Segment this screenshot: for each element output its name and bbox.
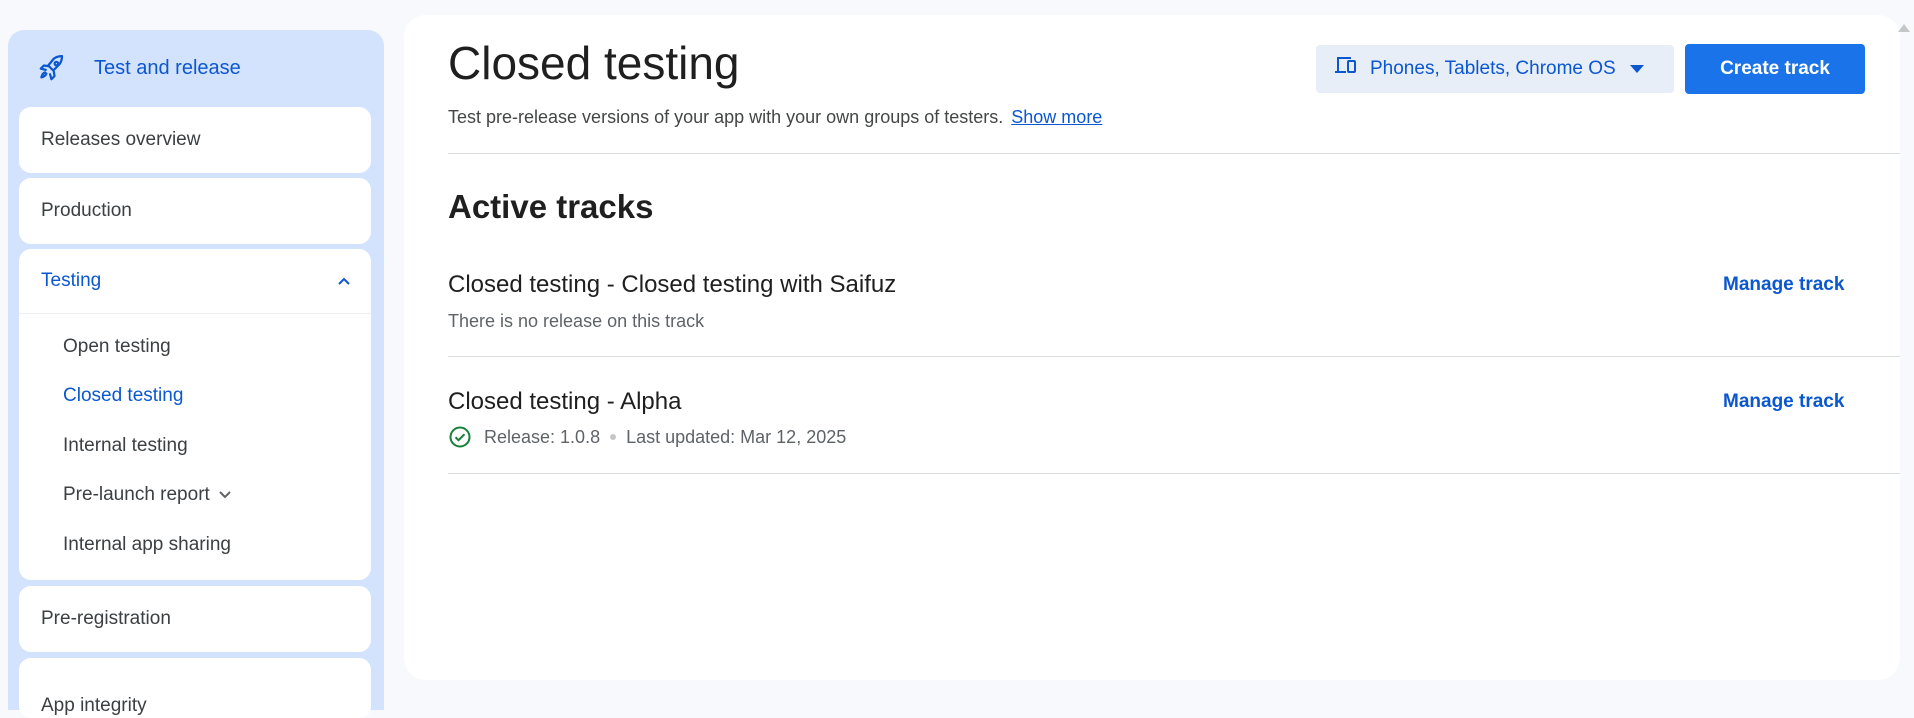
rocket-icon <box>36 52 68 84</box>
sidebar-subitem-label: Pre-launch report <box>63 484 210 506</box>
sidebar-subitem-internal-testing[interactable]: Internal testing <box>19 421 371 471</box>
section-title: Active tracks <box>448 188 654 225</box>
device-filter-dropdown[interactable]: Phones, Tablets, Chrome OS <box>1316 45 1674 93</box>
sidebar-item-label: Releases overview <box>41 129 201 150</box>
check-circle-icon <box>448 425 472 449</box>
show-more-link[interactable]: Show more <box>1011 107 1102 127</box>
track-status: There is no release on this track <box>448 311 705 331</box>
sidebar-group-testing: Testing Open testing Closed testing Inte… <box>19 249 371 580</box>
divider <box>448 473 1900 474</box>
divider <box>448 153 1900 154</box>
sidebar-item-app-integrity[interactable]: App integrity <box>19 658 371 718</box>
main-content: Closed testing Phones, Tablets, Chrome O… <box>404 15 1900 680</box>
sidebar-item-releases-overview[interactable]: Releases overview <box>19 107 371 173</box>
last-updated: Last updated: Mar 12, 2025 <box>626 426 847 447</box>
sidebar-item-label: Pre-registration <box>41 608 171 629</box>
sidebar-subitem-pre-launch-report[interactable]: Pre-launch report <box>19 471 371 521</box>
page-description: Test pre-release versions of your app wi… <box>448 107 1102 128</box>
sidebar-header-label: Test and release <box>94 56 241 79</box>
page-description-text: Test pre-release versions of your app wi… <box>448 107 1004 127</box>
scroll-up-arrow-icon[interactable] <box>1898 19 1910 37</box>
sidebar-item-testing[interactable]: Testing <box>19 249 371 313</box>
devices-icon <box>1334 55 1358 83</box>
release-version: Release: 1.0.8 <box>484 426 601 447</box>
sidebar-item-production[interactable]: Production <box>19 178 371 244</box>
divider <box>448 356 1900 357</box>
sidebar-subitem-internal-app-sharing[interactable]: Internal app sharing <box>19 520 371 570</box>
device-filter-label: Phones, Tablets, Chrome OS <box>1370 58 1616 79</box>
chevron-up-icon <box>337 276 351 286</box>
track-title: Closed testing - Closed testing with Sai… <box>448 271 897 298</box>
sidebar-item-pre-registration[interactable]: Pre-registration <box>19 586 371 652</box>
page-title: Closed testing <box>448 37 740 89</box>
sidebar-subitem-closed-testing[interactable]: Closed testing <box>19 372 371 422</box>
sidebar-item-label: Production <box>41 200 132 221</box>
manage-track-link[interactable]: Manage track <box>1723 274 1844 296</box>
sidebar-subitem-open-testing[interactable]: Open testing <box>19 322 371 372</box>
caret-down-icon <box>1629 65 1644 73</box>
sidebar: Test and release Releases overview Produ… <box>8 30 384 718</box>
create-track-button[interactable]: Create track <box>1685 44 1865 94</box>
manage-track-link[interactable]: Manage track <box>1723 391 1844 413</box>
chevron-down-icon <box>218 490 232 500</box>
sidebar-item-label: App integrity <box>41 695 147 716</box>
separator-dot <box>610 434 617 440</box>
sidebar-item-label: Testing <box>41 270 102 291</box>
track-title: Closed testing - Alpha <box>448 388 682 415</box>
sidebar-header[interactable]: Test and release <box>8 30 384 106</box>
track-release-info: Release: 1.0.8 Last updated: Mar 12, 202… <box>448 425 846 449</box>
